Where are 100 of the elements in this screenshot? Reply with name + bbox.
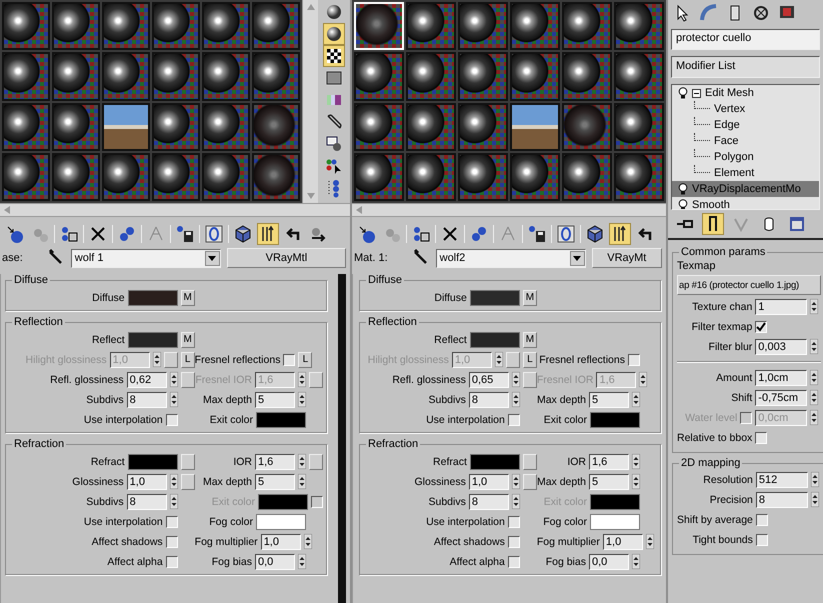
map-button[interactable] [522, 372, 537, 388]
spinner-arrows[interactable] [810, 410, 818, 425]
material-name-dropdown[interactable]: wolf 1 [70, 248, 221, 268]
rollout-title[interactable]: Common params [679, 246, 768, 258]
checkbox[interactable] [166, 536, 178, 548]
color-swatch[interactable] [470, 454, 520, 470]
color-swatch[interactable] [128, 290, 178, 306]
pipe-icon[interactable] [702, 213, 724, 235]
spinner-arrows[interactable] [494, 352, 503, 367]
checkbox[interactable] [508, 556, 520, 568]
color-swatch[interactable] [256, 412, 306, 428]
color-swatch[interactable] [256, 514, 306, 530]
color-swatch[interactable] [470, 332, 520, 348]
spinner-arrows[interactable] [810, 492, 819, 507]
lightbulb-icon[interactable] [678, 87, 688, 99]
photo-placeholder[interactable] [510, 102, 560, 151]
stack-item[interactable]: Face [672, 133, 819, 149]
color-swatch[interactable] [128, 454, 178, 470]
number-field[interactable]: -0,75cm [755, 390, 808, 406]
spinner-arrows[interactable] [810, 339, 818, 354]
stack-item[interactable]: Edit Mesh [672, 85, 819, 101]
texmap-button[interactable]: ap #16 (protector cuello 1.jpg) [677, 275, 822, 295]
rollout-title[interactable]: 2D mapping [679, 457, 742, 469]
map-button[interactable] [180, 372, 195, 388]
number-field[interactable]: 512 [756, 472, 808, 488]
spinner-arrows[interactable] [298, 474, 306, 489]
disk-icon[interactable] [526, 223, 548, 245]
map-button[interactable]: M [180, 290, 195, 306]
color-swatch[interactable] [128, 332, 178, 348]
number-field[interactable]: 1,0 [260, 534, 301, 550]
number-field[interactable]: 1,0 [602, 534, 643, 550]
number-field[interactable]: 5 [588, 474, 629, 490]
number-field[interactable]: 8 [126, 494, 167, 510]
checkbox[interactable] [756, 534, 768, 546]
map-button[interactable] [180, 474, 195, 490]
map-button[interactable]: M [180, 332, 195, 348]
map-button[interactable]: M [522, 332, 537, 348]
spinner-arrows[interactable] [512, 474, 520, 489]
spinner-arrows[interactable] [170, 372, 178, 387]
number-field[interactable]: 5 [254, 474, 295, 490]
horizontal-scrollbar[interactable] [352, 203, 666, 217]
spinner-arrows[interactable] [810, 390, 818, 405]
lightbulb-icon[interactable] [678, 199, 688, 209]
number-field[interactable]: 8 [126, 392, 167, 408]
material-type-button[interactable]: VRayMt [592, 248, 662, 268]
spinner-arrows[interactable] [646, 534, 654, 549]
spinner-arrows[interactable] [298, 554, 306, 569]
lightbulb-icon[interactable] [678, 183, 688, 195]
stack-item[interactable]: VRayDisplacementMo [672, 181, 819, 197]
spinner-arrows[interactable] [810, 299, 818, 314]
number-field[interactable]: 0,0 [588, 554, 629, 570]
number-field[interactable]: 1,6 [254, 454, 295, 470]
checkbox[interactable] [756, 514, 768, 526]
stack-item[interactable]: Vertex [672, 101, 819, 117]
channel-icon[interactable] [203, 223, 225, 245]
color-swatch[interactable] [590, 412, 640, 428]
checkbox[interactable] [166, 556, 178, 568]
photo-placeholder[interactable] [102, 102, 150, 151]
spinner-arrows[interactable] [170, 494, 178, 509]
number-field[interactable]: 0,0 [254, 554, 295, 570]
spinner-arrows[interactable] [512, 372, 520, 387]
disk-icon[interactable] [174, 223, 196, 245]
channel-icon[interactable] [555, 223, 577, 245]
map-button[interactable]: M [522, 290, 537, 306]
spinner-arrows[interactable] [632, 474, 640, 489]
spinner-arrows[interactable] [152, 352, 161, 367]
number-field[interactable]: 1,0cm [755, 370, 808, 386]
scrollbar[interactable] [338, 274, 346, 603]
number-field[interactable]: 8 [468, 392, 509, 408]
modifier-list-dropdown[interactable]: Modifier List [671, 56, 820, 78]
checkbox[interactable] [755, 432, 768, 444]
map-button[interactable] [180, 454, 195, 470]
rollout-title[interactable]: Reflection [366, 316, 419, 328]
rollout-title[interactable]: Diffuse [366, 274, 404, 286]
checkbox[interactable] [508, 536, 520, 548]
number-field[interactable]: 8 [756, 492, 808, 508]
number-field[interactable]: 0,65 [468, 372, 509, 388]
dropdown-arrow-icon[interactable] [573, 256, 582, 260]
number-field[interactable]: 5 [254, 392, 295, 408]
rollout-title[interactable]: Refraction [12, 438, 66, 450]
number-field[interactable]: 0,003 [755, 338, 808, 354]
number-field[interactable]: 1,6 [588, 454, 629, 470]
checker-icon[interactable] [323, 45, 345, 67]
checkbox[interactable] [508, 516, 520, 528]
spinner-arrows[interactable] [298, 454, 306, 469]
material-name-dropdown[interactable]: wolf2 [436, 248, 586, 268]
checkbox[interactable] [166, 414, 178, 426]
number-field[interactable]: 1,0 [468, 474, 509, 490]
spinner-arrows[interactable] [170, 392, 178, 407]
spinner-arrows[interactable] [512, 494, 520, 509]
color-swatch[interactable] [590, 514, 640, 530]
stack-item[interactable]: Smooth [672, 197, 819, 209]
number-field[interactable]: 5 [588, 392, 629, 408]
collapse-icon[interactable] [692, 88, 701, 98]
horizontal-scrollbar[interactable] [0, 203, 350, 217]
rollout-title[interactable]: Diffuse [12, 274, 50, 286]
rollout-title[interactable]: Refraction [366, 438, 420, 450]
map-button[interactable] [308, 454, 323, 470]
spinner-arrows[interactable] [512, 392, 520, 407]
number-field[interactable]: 8 [468, 494, 509, 510]
